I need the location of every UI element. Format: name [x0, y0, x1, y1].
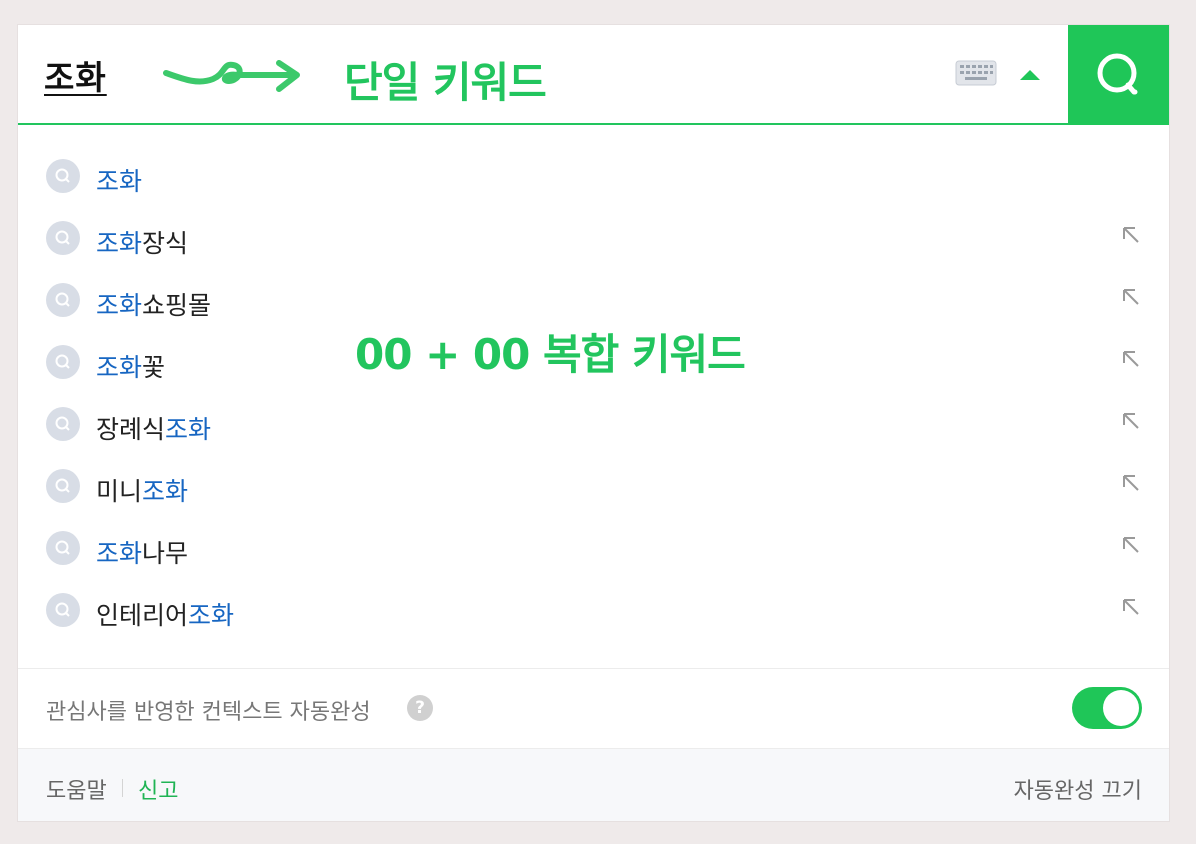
- suggestion-label: 조화꽃: [96, 353, 166, 382]
- report-link[interactable]: 신고: [138, 773, 178, 805]
- insert-arrow-icon[interactable]: [1120, 410, 1142, 432]
- search-input[interactable]: 조화: [44, 51, 107, 99]
- suggestion-item[interactable]: 조화: [18, 150, 1169, 202]
- context-autocomplete-toggle[interactable]: [1072, 687, 1142, 729]
- suggestion-label: 미니조화: [96, 477, 189, 506]
- suggest-search-icon: [46, 407, 80, 441]
- keyboard-icon[interactable]: [955, 60, 997, 86]
- search-query-text: 조화: [44, 58, 107, 97]
- suggest-search-icon: [46, 159, 80, 193]
- autocomplete-off-link[interactable]: 자동완성 끄기: [1014, 773, 1142, 805]
- search-icon: [1097, 53, 1137, 95]
- suggestion-item[interactable]: 인테리어조화: [18, 584, 1169, 636]
- suggestion-item[interactable]: 조화꽃: [18, 336, 1169, 388]
- footer-divider: [122, 779, 123, 797]
- search-button[interactable]: [1068, 25, 1169, 125]
- context-autocomplete-row: 관심사를 반영한 컨텍스트 자동완성 ?: [18, 668, 1169, 748]
- suggest-search-icon: [46, 345, 80, 379]
- autocomplete-panel: 조화 단일 키워드 00 + 00 복합 키워드 조화 조화장식 조화쇼핑몰 조…: [18, 25, 1169, 821]
- suggestion-label: 인테리어조화: [96, 601, 235, 630]
- suggestion-label: 조화장식: [96, 229, 189, 258]
- insert-arrow-icon[interactable]: [1120, 286, 1142, 308]
- suggestion-item[interactable]: 조화장식: [18, 212, 1169, 264]
- suggestion-item[interactable]: 미니조화: [18, 460, 1169, 512]
- suggestion-item[interactable]: 조화쇼핑몰: [18, 274, 1169, 326]
- insert-arrow-icon[interactable]: [1120, 224, 1142, 246]
- suggest-search-icon: [46, 469, 80, 503]
- suggestion-item[interactable]: 조화나무: [18, 522, 1169, 574]
- search-bar: 조화 단일 키워드: [18, 25, 1169, 125]
- suggest-search-icon: [46, 593, 80, 627]
- squiggle-arrow-icon: [163, 60, 300, 92]
- toggle-knob: [1103, 690, 1139, 726]
- insert-arrow-icon[interactable]: [1120, 596, 1142, 618]
- help-icon[interactable]: ?: [407, 695, 433, 721]
- insert-arrow-icon[interactable]: [1120, 472, 1142, 494]
- suggest-search-icon: [46, 283, 80, 317]
- suggestion-item[interactable]: 장례식조화: [18, 398, 1169, 450]
- insert-arrow-icon[interactable]: [1120, 534, 1142, 556]
- footer: 도움말 신고 자동완성 끄기: [18, 748, 1169, 821]
- suggestion-label: 조화나무: [96, 539, 189, 568]
- annotation-single-keyword: 단일 키워드: [344, 58, 547, 107]
- context-autocomplete-label: 관심사를 반영한 컨텍스트 자동완성: [46, 700, 371, 725]
- caret-up-icon[interactable]: [1017, 65, 1043, 85]
- suggestion-label: 조화: [96, 167, 143, 196]
- insert-arrow-icon[interactable]: [1120, 348, 1142, 370]
- suggest-search-icon: [46, 531, 80, 565]
- suggest-search-icon: [46, 221, 80, 255]
- suggestion-label: 장례식조화: [96, 415, 212, 444]
- help-link[interactable]: 도움말: [46, 773, 107, 805]
- suggestion-label: 조화쇼핑몰: [96, 291, 212, 320]
